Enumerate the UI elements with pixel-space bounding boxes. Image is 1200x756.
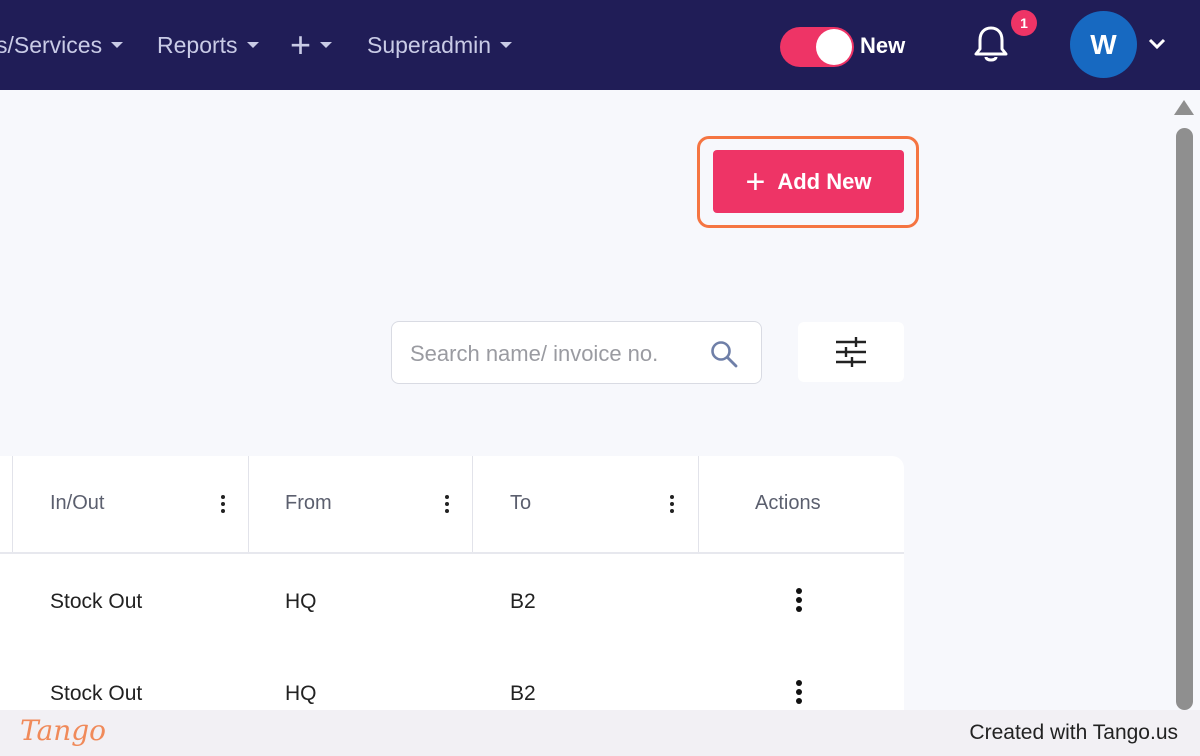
column-header-from[interactable]: From xyxy=(285,492,332,515)
nav-item-label: Reports xyxy=(157,31,238,58)
search-input[interactable] xyxy=(408,336,702,372)
column-divider[interactable] xyxy=(698,456,699,552)
filter-button[interactable] xyxy=(798,322,904,382)
vertical-scrollbar[interactable] xyxy=(1170,90,1200,710)
column-divider[interactable] xyxy=(248,456,249,552)
chevron-down-icon[interactable] xyxy=(1147,37,1167,51)
caret-down-icon xyxy=(246,42,259,48)
caret-down-icon xyxy=(111,42,124,48)
cell-in-out: Stock Out xyxy=(50,590,143,613)
add-new-button[interactable]: + Add New xyxy=(713,150,904,213)
cell-to: B2 xyxy=(510,682,536,705)
add-new-label: Add New xyxy=(777,168,872,194)
column-divider[interactable] xyxy=(472,456,473,552)
nav-item-products-services[interactable]: s/Services xyxy=(0,30,124,60)
notification-badge: 1 xyxy=(1011,10,1037,36)
nav-item-quick-add[interactable]: + xyxy=(290,24,333,65)
plus-icon: + xyxy=(290,24,312,65)
table-header: In/Out From To Actions xyxy=(0,456,904,554)
cell-in-out: Stock Out xyxy=(50,682,143,705)
created-with-text: Created with Tango.us xyxy=(969,721,1178,744)
column-divider[interactable] xyxy=(12,456,13,552)
table-row[interactable]: Stock Out HQ B2 xyxy=(0,646,904,716)
toggle-knob xyxy=(816,29,852,65)
column-header-to[interactable]: To xyxy=(510,492,531,515)
cell-from: HQ xyxy=(285,590,317,613)
nav-item-reports[interactable]: Reports xyxy=(157,30,259,60)
tango-logo: Tango xyxy=(20,714,107,747)
nav-item-label: s/Services xyxy=(0,31,103,58)
avatar[interactable]: W xyxy=(1070,11,1137,78)
row-actions-menu-icon[interactable] xyxy=(794,680,804,710)
search-box xyxy=(391,321,762,384)
transfers-table: In/Out From To Actions Stock Out HQ B2 S… xyxy=(0,456,904,716)
tango-footer: Tango Created with Tango.us xyxy=(0,710,1200,756)
caret-down-icon xyxy=(320,42,333,48)
column-menu-icon[interactable] xyxy=(444,495,450,515)
new-ui-toggle[interactable] xyxy=(780,27,854,67)
toggle-label: New xyxy=(860,33,906,58)
plus-icon: + xyxy=(745,162,766,201)
row-actions-menu-icon[interactable] xyxy=(794,588,804,618)
bell-icon[interactable] xyxy=(973,24,1009,64)
sliders-icon xyxy=(836,337,866,367)
column-header-in-out[interactable]: In/Out xyxy=(50,492,104,515)
top-navbar: s/Services Reports + Superadmin New 1 W xyxy=(0,0,1200,90)
search-icon[interactable] xyxy=(709,339,739,369)
scroll-up-arrow-icon[interactable] xyxy=(1174,100,1194,115)
scroll-thumb[interactable] xyxy=(1176,128,1193,710)
nav-item-label: Superadmin xyxy=(367,31,492,58)
caret-down-icon xyxy=(500,42,513,48)
avatar-initial: W xyxy=(1090,28,1117,60)
column-menu-icon[interactable] xyxy=(220,495,226,515)
column-menu-icon[interactable] xyxy=(669,495,675,515)
nav-item-superadmin[interactable]: Superadmin xyxy=(367,30,513,60)
table-row[interactable]: Stock Out HQ B2 xyxy=(0,554,904,646)
cell-to: B2 xyxy=(510,590,536,613)
column-header-actions: Actions xyxy=(755,492,821,514)
cell-from: HQ xyxy=(285,682,317,705)
